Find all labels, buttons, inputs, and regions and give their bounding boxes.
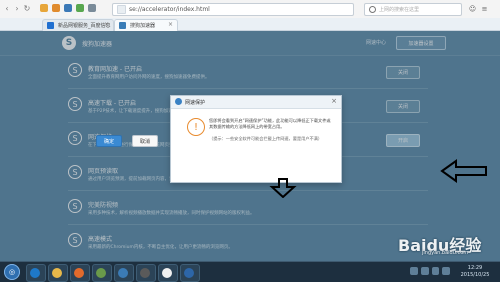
start-button-icon[interactable]: ◎ xyxy=(4,264,20,280)
confirm-dialog: 网速保护 × ! 您即将会看到开启“网速保护”功能，此功能可以降低正下载文件或其… xyxy=(170,95,342,183)
close-icon[interactable]: × xyxy=(331,97,337,105)
dialog-title: 网速保护 xyxy=(185,100,206,106)
taskbar-clock[interactable]: 12:29 2015/10/25 xyxy=(454,265,496,279)
taskbar-app-icon[interactable] xyxy=(180,264,200,282)
down-arrow-annotation-icon xyxy=(269,178,297,198)
search-icon xyxy=(369,6,376,13)
windows-taskbar: ◎ 12:29 2015/10/25 xyxy=(0,261,500,282)
taskbar-app-icon[interactable] xyxy=(92,264,112,282)
undo-icon[interactable] xyxy=(76,4,84,12)
close-icon[interactable]: × xyxy=(168,21,173,28)
user-icon[interactable]: ☺ xyxy=(468,4,477,13)
address-bar[interactable]: se://accelerator/index.html xyxy=(112,3,354,16)
site-info-icon[interactable] xyxy=(117,5,126,14)
address-text: se://accelerator/index.html xyxy=(129,6,210,13)
reload-icon[interactable]: ↻ xyxy=(22,3,32,13)
close-icon[interactable]: × xyxy=(104,21,109,28)
menu-icon[interactable] xyxy=(88,4,96,12)
settings-icon[interactable]: ≡ xyxy=(480,4,489,13)
taskbar-folder-icon[interactable] xyxy=(48,264,68,282)
favorite-icon[interactable] xyxy=(52,4,60,12)
ok-button[interactable]: 确定 xyxy=(96,135,122,147)
cancel-button[interactable]: 取消 xyxy=(132,135,158,147)
app-icon xyxy=(175,98,182,105)
tab-icon xyxy=(119,22,126,29)
back-icon[interactable]: ‹ xyxy=(2,3,12,13)
watermark-url: jingyan.baidu.com xyxy=(422,250,469,256)
search-box[interactable]: 上网的搜索在这里 xyxy=(364,3,462,16)
taskbar-app-icon[interactable] xyxy=(136,264,156,282)
clock-date: 2015/10/25 xyxy=(460,272,490,278)
taskbar-app-icon[interactable] xyxy=(158,264,178,282)
taskbar-app-icon[interactable] xyxy=(114,264,134,282)
search-placeholder: 上网的搜索在这里 xyxy=(379,7,420,13)
left-arrow-annotation-icon xyxy=(440,159,487,183)
tab-icon xyxy=(47,22,54,29)
browser-toolbar: ‹ › ↻ se://accelerator/index.html 上网的搜索在… xyxy=(0,0,500,19)
tab-label: 搜狗加速器 xyxy=(130,23,156,29)
baidu-watermark: Baidu经验 jingyan.baidu.com xyxy=(392,232,500,260)
dialog-message: 您即将会看到开启“网速保护”功能，此功能可以降低正下载文件或其数据传输的方法降低… xyxy=(209,118,331,129)
tab-baidu[interactable]: 新品网银服务_百度信息 × xyxy=(42,19,114,31)
taskbar-ie-icon[interactable] xyxy=(26,264,46,282)
dialog-hint: （提示：一些安全软件可能会拦截上传网速，要是用户不满） xyxy=(209,136,323,141)
history-icon[interactable] xyxy=(64,4,72,12)
tab-label: 新品网银服务_百度信息 xyxy=(58,23,111,29)
accelerator-page: S 搜狗加速器 网速中心 加速器设置 S 教育网加速 - 已开启 全面提升教育网… xyxy=(0,31,500,261)
tab-accelerator[interactable]: 搜狗加速器 × xyxy=(114,19,178,31)
dialog-titlebar: 网速保护 × xyxy=(171,96,341,109)
home-icon[interactable] xyxy=(40,4,48,12)
warning-icon: ! xyxy=(187,118,205,136)
tabs-bar: 新品网银服务_百度信息 × 搜狗加速器 × xyxy=(0,18,500,31)
clock-time: 12:29 xyxy=(467,265,483,271)
system-tray[interactable] xyxy=(410,267,450,277)
taskbar-media-icon[interactable] xyxy=(70,264,90,282)
forward-icon[interactable]: › xyxy=(12,3,22,13)
